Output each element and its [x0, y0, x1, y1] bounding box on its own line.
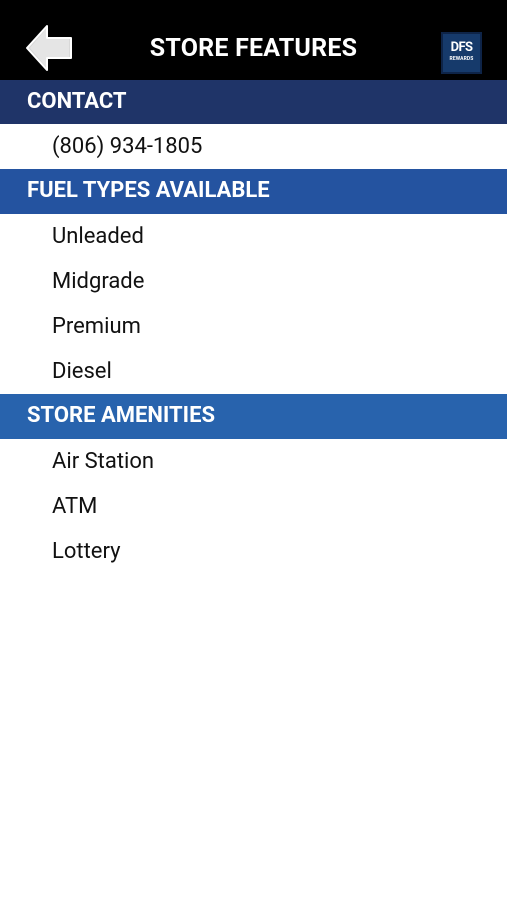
contact-section-header: CONTACT — [0, 80, 507, 124]
amenity-item: Air Station — [52, 449, 155, 474]
fuel-type-item: Premium — [52, 314, 141, 339]
phone-number[interactable]: (806) 934-1805 — [0, 124, 507, 169]
contact-section: CONTACT (806) 934-1805 — [0, 80, 507, 169]
amenity-item: ATM — [52, 494, 98, 519]
fuel-type-item: Diesel — [52, 359, 112, 384]
store-amenities-section-header: STORE AMENITIES — [0, 394, 507, 439]
top-app-bar: STORE FEATURES DFS REWARDS — [0, 0, 507, 80]
fuel-type-item: Midgrade — [52, 269, 145, 294]
logo-mark-text: DFS — [450, 40, 473, 55]
page-title: STORE FEATURES — [149, 34, 358, 63]
fuel-types-section-header: FUEL TYPES AVAILABLE — [0, 169, 507, 214]
amenity-item: Lottery — [52, 539, 121, 564]
dfs-rewards-logo: DFS REWARDS — [441, 32, 482, 74]
logo-subtitle-text: REWARDS — [449, 56, 474, 62]
store-features-screen: STORE FEATURES DFS REWARDS CONTACT (806)… — [0, 0, 507, 900]
fuel-types-section: FUEL TYPES AVAILABLE Unleaded Midgrade P… — [0, 169, 507, 394]
store-amenities-section: STORE AMENITIES Air Station ATM Lottery — [0, 394, 507, 574]
fuel-type-item: Unleaded — [52, 224, 144, 249]
